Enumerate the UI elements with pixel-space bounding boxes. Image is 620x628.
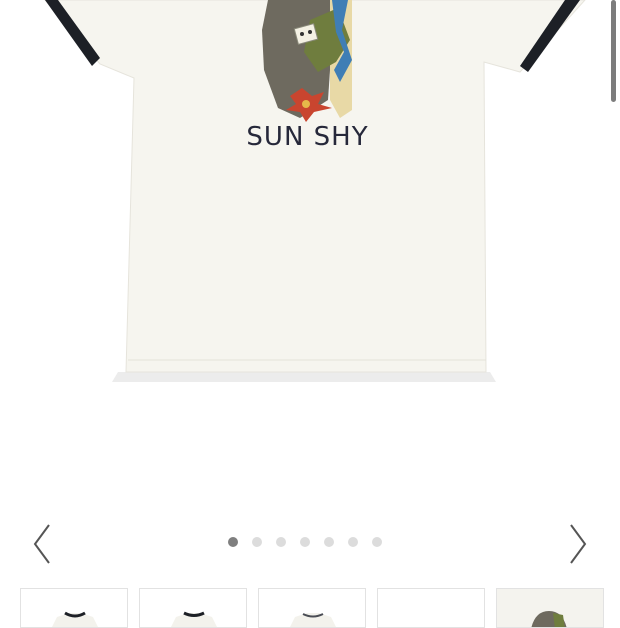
pagination-dot-1[interactable] [228,537,238,547]
thumbnail-1[interactable] [20,588,128,628]
thumbnail-strip [20,588,604,628]
thumbnail-5[interactable] [496,588,604,628]
pagination-dot-4[interactable] [300,537,310,547]
chevron-left-icon [33,524,50,564]
scrollbar[interactable] [611,0,616,102]
pagination-dot-7[interactable] [372,537,382,547]
chevron-right-icon [570,524,587,564]
tee-flat-thumbnail-icon [290,613,336,627]
thumbnail-4[interactable] [377,588,485,628]
thumbnail-2[interactable] [139,588,247,628]
next-image-button[interactable] [558,520,598,568]
previous-image-button[interactable] [22,520,62,568]
product-image-gallery[interactable]: SUN SHY [0,0,620,520]
tshirt-image [44,0,586,382]
thumbnail-3[interactable] [258,588,366,628]
print-detail-thumbnail-icon [497,589,603,627]
pagination-dot-5[interactable] [324,537,334,547]
carousel-controls [0,520,620,568]
tee-back-thumbnail-icon [171,611,217,627]
pagination-dot-3[interactable] [276,537,286,547]
tee-front-thumbnail-icon [52,611,98,627]
print-text: SUN SHY [246,122,369,152]
pagination-dot-6[interactable] [348,537,358,547]
pagination-dot-2[interactable] [252,537,262,547]
pagination-dots [228,536,382,548]
